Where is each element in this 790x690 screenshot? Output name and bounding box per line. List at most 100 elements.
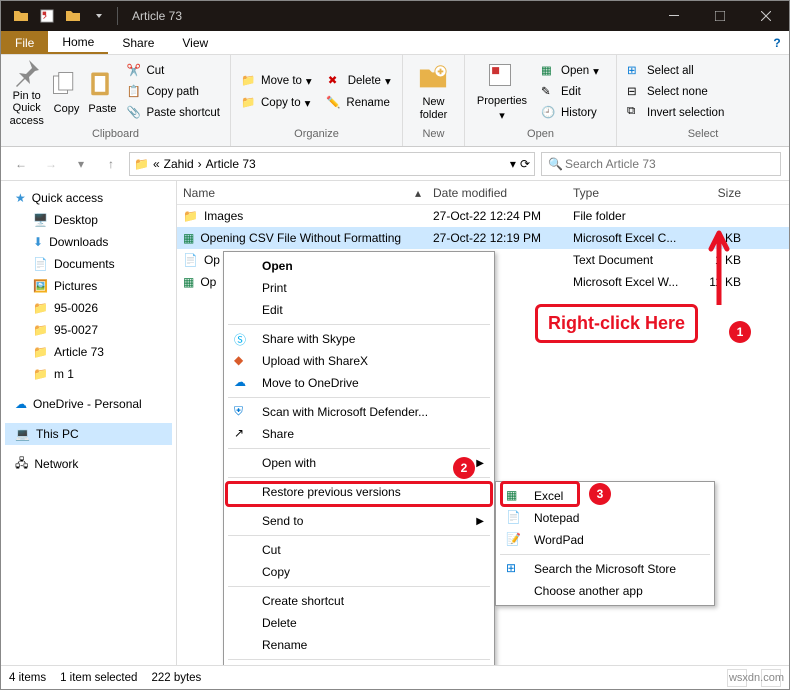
breadcrumb[interactable]: 📁 « Zahid› Article 73 ▾ ⟳ xyxy=(129,152,535,176)
ctx-properties[interactable]: Properties xyxy=(226,663,492,665)
ctx-edit[interactable]: Edit xyxy=(226,299,492,321)
nav-folder[interactable]: 📁95-0026 xyxy=(5,297,172,319)
nav-folder[interactable]: 📁Article 73 xyxy=(5,341,172,363)
breadcrumb-part[interactable]: Article 73 xyxy=(206,157,256,171)
explorer-window: Article 73 File Home Share View ? Pin to… xyxy=(0,0,790,690)
copy-to-button[interactable]: 📁Copy to▾ xyxy=(237,93,314,113)
select-all-button[interactable]: ⊞Select all xyxy=(623,61,728,81)
minimize-button[interactable] xyxy=(651,1,697,31)
pictures-icon: 🖼️ xyxy=(33,279,48,293)
folder-icon: 📁 xyxy=(33,323,48,337)
submenu-arrow-icon: ▶ xyxy=(476,516,484,527)
ctx-print[interactable]: Print xyxy=(226,277,492,299)
ctx-copy[interactable]: Copy xyxy=(226,561,492,583)
ctx-share[interactable]: ↗Share xyxy=(226,423,492,445)
open-button[interactable]: ▦Open▾ xyxy=(537,61,603,81)
ctx-skype[interactable]: ⓈShare with Skype xyxy=(226,328,492,350)
window-title: Article 73 xyxy=(122,9,651,23)
paste-shortcut-icon: 📎 xyxy=(126,105,142,121)
status-selected: 1 item selected xyxy=(60,672,137,684)
nav-this-pc[interactable]: 💻This PC xyxy=(5,423,172,445)
help-button[interactable]: ? xyxy=(765,31,789,54)
sub-wordpad[interactable]: 📝WordPad xyxy=(498,529,712,551)
folder-icon: 📁 xyxy=(183,209,198,223)
nav-pictures[interactable]: 🖼️Pictures xyxy=(5,275,172,297)
pin-icon xyxy=(11,56,43,88)
tab-home[interactable]: Home xyxy=(48,31,108,54)
qat-folder-icon[interactable] xyxy=(9,5,33,27)
qat-properties-icon[interactable] xyxy=(35,5,59,27)
sub-another[interactable]: Choose another app xyxy=(498,580,712,602)
move-to-button[interactable]: 📁Move to▾ xyxy=(237,71,316,91)
invert-selection-button[interactable]: ⧉Invert selection xyxy=(623,103,728,123)
title-bar: Article 73 xyxy=(1,1,789,31)
nav-onedrive[interactable]: ☁OneDrive - Personal xyxy=(5,393,172,415)
ctx-open[interactable]: Open xyxy=(226,255,492,277)
file-list: Name▴ Date modified Type Size 📁Images 27… xyxy=(177,181,789,665)
annotation-badge-1: 1 xyxy=(729,321,751,343)
ctx-delete[interactable]: Delete xyxy=(226,612,492,634)
refresh-button[interactable]: ⟳ xyxy=(520,157,530,171)
new-folder-button[interactable]: New folder xyxy=(409,59,458,125)
cut-button[interactable]: ✂️Cut xyxy=(122,61,224,81)
qat-folder2-icon[interactable] xyxy=(61,5,85,27)
paste-shortcut-button[interactable]: 📎Paste shortcut xyxy=(122,103,224,123)
breadcrumb-dropdown-icon[interactable]: ▾ xyxy=(510,157,516,171)
folder-icon: 📁 xyxy=(33,367,48,381)
maximize-button[interactable] xyxy=(697,1,743,31)
tab-view[interactable]: View xyxy=(168,31,222,54)
sub-store[interactable]: ⊞Search the Microsoft Store xyxy=(498,558,712,580)
nav-downloads[interactable]: ⬇Downloads xyxy=(5,231,172,253)
nav-quick-access[interactable]: ★Quick access xyxy=(5,187,172,209)
nav-back-button[interactable]: ← xyxy=(9,152,33,176)
paste-button[interactable]: Paste xyxy=(86,59,118,125)
ctx-defender[interactable]: ⛨Scan with Microsoft Defender... xyxy=(226,401,492,423)
copypath-button[interactable]: 📋Copy path xyxy=(122,82,224,102)
properties-button[interactable]: Properties▾ xyxy=(471,59,533,125)
ctx-send-to[interactable]: Send to▶ xyxy=(226,510,492,532)
move-to-icon: 📁 xyxy=(241,73,257,89)
qat-dropdown-icon[interactable] xyxy=(87,5,111,27)
breadcrumb-part[interactable]: Zahid xyxy=(164,157,194,171)
rename-button[interactable]: ✏️Rename xyxy=(322,93,393,113)
excel-icon: ▦ xyxy=(541,63,557,79)
status-bar: 4 items 1 item selected 222 bytes xyxy=(1,665,789,689)
column-headers[interactable]: Name▴ Date modified Type Size xyxy=(177,181,789,205)
nav-forward-button[interactable]: → xyxy=(39,152,63,176)
nav-desktop[interactable]: 🖥️Desktop xyxy=(5,209,172,231)
sub-notepad[interactable]: 📄Notepad xyxy=(498,507,712,529)
nav-folder[interactable]: 📁95-0027 xyxy=(5,319,172,341)
nav-network[interactable]: 🖧Network xyxy=(5,453,172,475)
search-box[interactable]: 🔍 xyxy=(541,152,781,176)
context-menu: Open Print Edit ⓈShare with Skype ◆Uploa… xyxy=(223,251,495,665)
history-button[interactable]: 🕘History xyxy=(537,103,603,123)
ctx-open-with[interactable]: Open with▶ xyxy=(226,452,492,474)
delete-button[interactable]: ✖Delete▾ xyxy=(324,71,395,91)
pin-label: Pin to Quick access xyxy=(7,90,46,126)
wordpad-icon: 📝 xyxy=(506,532,522,548)
nav-folder[interactable]: 📁m 1 xyxy=(5,363,172,385)
edit-button[interactable]: ✎Edit xyxy=(537,82,603,102)
ctx-cut[interactable]: Cut xyxy=(226,539,492,561)
excel-file-icon: ▦ xyxy=(183,275,194,289)
ctx-sharex[interactable]: ◆Upload with ShareX xyxy=(226,350,492,372)
nav-documents[interactable]: 📄Documents xyxy=(5,253,172,275)
edit-icon: ✎ xyxy=(541,84,557,100)
nav-up-button[interactable]: ↑ xyxy=(99,152,123,176)
tab-share[interactable]: Share xyxy=(108,31,168,54)
pin-quick-access-button[interactable]: Pin to Quick access xyxy=(7,59,46,125)
onedrive-icon: ☁ xyxy=(234,375,250,391)
file-row-selected[interactable]: ▦Opening CSV File Without Formatting 27-… xyxy=(177,227,789,249)
ctx-create-shortcut[interactable]: Create shortcut xyxy=(226,590,492,612)
file-row[interactable]: 📁Images 27-Oct-22 12:24 PMFile folder xyxy=(177,205,789,227)
submenu-arrow-icon: ▶ xyxy=(476,458,484,469)
nav-recent-button[interactable]: ▾ xyxy=(69,152,93,176)
tab-file[interactable]: File xyxy=(1,31,48,54)
search-input[interactable] xyxy=(563,156,774,172)
close-button[interactable] xyxy=(743,1,789,31)
ctx-rename[interactable]: Rename xyxy=(226,634,492,656)
status-bytes: 222 bytes xyxy=(151,672,201,684)
ctx-onedrive[interactable]: ☁Move to OneDrive xyxy=(226,372,492,394)
copy-button[interactable]: Copy xyxy=(50,59,82,125)
select-none-button[interactable]: ⊟Select none xyxy=(623,82,728,102)
